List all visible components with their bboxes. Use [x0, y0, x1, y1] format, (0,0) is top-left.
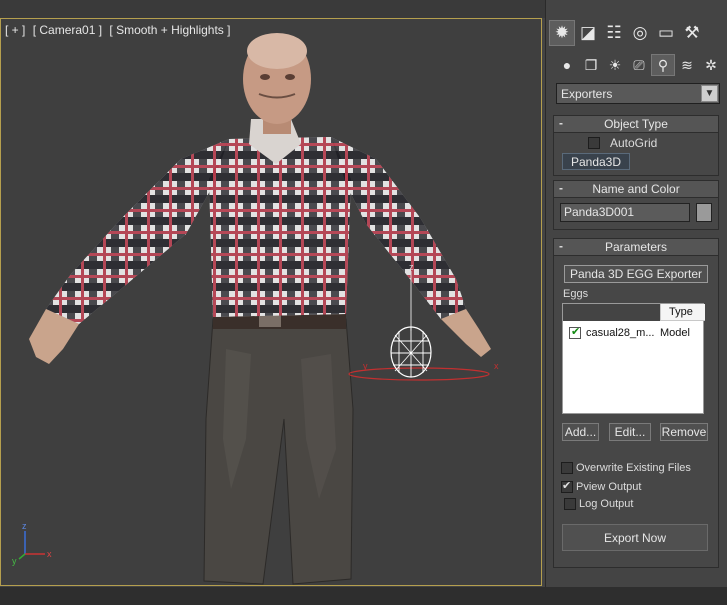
main-tab-row: ✹ ◪ ☷ ◎ ▭ ⚒ — [549, 20, 705, 46]
tab-create[interactable]: ✹ — [549, 20, 575, 46]
egg-row-type: Model — [660, 327, 690, 339]
subtab-space-warps[interactable]: ≋ — [675, 54, 699, 76]
tab-utilities[interactable]: ⚒ — [679, 20, 705, 46]
create-icon: ✹ — [554, 23, 570, 42]
viewport-scene: z y x z x y — [12, 33, 499, 585]
lights-icon: ☀ — [608, 56, 622, 73]
add-button[interactable]: Add... — [562, 423, 599, 441]
viewport-camera-label[interactable]: [ Camera01 ] — [33, 23, 102, 37]
tab-display[interactable]: ▭ — [653, 20, 679, 46]
log-label: Log Output — [579, 498, 634, 510]
pview-checkbox[interactable] — [561, 479, 573, 493]
tripod-x-label: x — [47, 549, 52, 559]
panda-egg-exporter-button[interactable]: Panda 3D EGG Exporter — [564, 265, 708, 283]
chevron-down-icon[interactable]: ▼ — [701, 85, 718, 102]
autogrid-label: AutoGrid — [610, 136, 658, 150]
autogrid-row: AutoGrid — [588, 136, 657, 150]
command-panel: ✹ ◪ ☷ ◎ ▭ ⚒ ● ❐ ☀ ⎚ ⚲ ≋ ✲ Exporters ▼ - … — [545, 0, 727, 587]
object-type-header[interactable]: - Object Type — [554, 116, 718, 133]
name-and-color-rollout: - Name and Color Panda3D001 — [553, 180, 719, 230]
overwrite-label: Overwrite Existing Files — [576, 462, 691, 474]
modify-icon: ◪ — [579, 23, 597, 42]
overwrite-row: Overwrite Existing Files — [561, 462, 691, 474]
subtab-systems[interactable]: ✲ — [699, 54, 723, 76]
utilities-icon: ⚒ — [684, 23, 700, 42]
object-color-swatch[interactable] — [696, 203, 712, 222]
status-strip — [0, 587, 727, 605]
object-type-rollout: - Object Type AutoGrid Panda3D — [553, 115, 719, 176]
subtab-shapes[interactable]: ❐ — [579, 54, 603, 76]
helpers-icon: ⚲ — [657, 56, 669, 73]
subtab-cameras[interactable]: ⎚ — [627, 54, 651, 76]
eggs-list[interactable]: Type casual28_m... Model — [562, 303, 705, 414]
parameters-title: Parameters — [604, 240, 668, 254]
remove-button[interactable]: Remove — [660, 423, 708, 441]
tab-motion[interactable]: ◎ — [627, 20, 653, 46]
geometry-icon: ● — [562, 57, 572, 73]
object-type-title: Object Type — [604, 117, 668, 131]
name-and-color-title: Name and Color — [592, 182, 680, 196]
subtab-lights[interactable]: ☀ — [603, 54, 627, 76]
egg-row-checkbox[interactable] — [569, 325, 581, 339]
pview-row: Pview Output — [561, 479, 642, 493]
collapse-icon[interactable]: - — [559, 116, 563, 130]
parameters-rollout: - Parameters Panda 3D EGG Exporter Eggs … — [553, 238, 719, 568]
display-icon: ▭ — [657, 23, 675, 42]
export-now-button[interactable]: Export Now — [562, 524, 708, 551]
gizmo-z-label: z — [409, 262, 414, 272]
tripod-z-label: z — [22, 521, 27, 531]
name-and-color-header[interactable]: - Name and Color — [554, 181, 718, 198]
category-dropdown[interactable]: Exporters ▼ — [556, 83, 720, 104]
pview-label: Pview Output — [576, 481, 642, 493]
space-warps-icon: ≋ — [681, 56, 693, 73]
shapes-icon: ❐ — [584, 56, 598, 73]
systems-icon: ✲ — [705, 56, 717, 73]
eggs-label: Eggs — [563, 288, 589, 300]
edit-button[interactable]: Edit... — [609, 423, 651, 441]
subtab-geometry[interactable]: ● — [555, 54, 579, 76]
viewport-top-strip — [0, 0, 545, 18]
parameters-header[interactable]: - Parameters — [554, 239, 718, 256]
log-checkbox[interactable] — [564, 498, 576, 510]
tripod-y-label: y — [12, 556, 17, 566]
list-item[interactable]: casual28_m... Model — [569, 325, 703, 340]
eggs-list-header: Type — [563, 304, 705, 321]
gizmo-x-label: x — [494, 361, 499, 371]
tab-modify[interactable]: ◪ — [575, 20, 601, 46]
gizmo-y-label: y — [363, 361, 368, 371]
sub-tab-row: ● ❐ ☀ ⎚ ⚲ ≋ ✲ — [555, 54, 723, 76]
category-dropdown-value: Exporters — [561, 86, 613, 101]
overwrite-checkbox[interactable] — [561, 462, 573, 474]
subtab-helpers[interactable]: ⚲ — [651, 54, 675, 76]
tab-hierarchy[interactable]: ☷ — [601, 20, 627, 46]
motion-icon: ◎ — [632, 23, 648, 42]
autogrid-checkbox[interactable] — [588, 137, 600, 149]
panda3d-button[interactable]: Panda3D — [562, 153, 630, 170]
hierarchy-icon: ☷ — [606, 23, 622, 42]
object-name-input[interactable]: Panda3D001 — [560, 203, 690, 222]
viewport-label[interactable]: [ + ] [ Camera01 ] [ Smooth + Highlights… — [5, 23, 234, 37]
axis-tripod: z x y — [12, 521, 52, 566]
cameras-icon: ⎚ — [633, 56, 645, 73]
collapse-icon[interactable]: - — [559, 239, 563, 253]
camera-viewport[interactable]: z y x z x y [ + ] [ Camera01 ] [ Smooth … — [0, 18, 542, 586]
character-model[interactable] — [29, 33, 491, 585]
collapse-icon[interactable]: - — [559, 181, 563, 195]
list-header-type[interactable]: Type — [660, 304, 705, 321]
viewport-shading-label[interactable]: [ Smooth + Highlights ] — [109, 23, 230, 37]
log-row: Log Output — [564, 498, 633, 510]
egg-row-name: casual28_m... — [586, 327, 654, 339]
viewport-menu-plus[interactable]: [ + ] — [5, 23, 25, 37]
